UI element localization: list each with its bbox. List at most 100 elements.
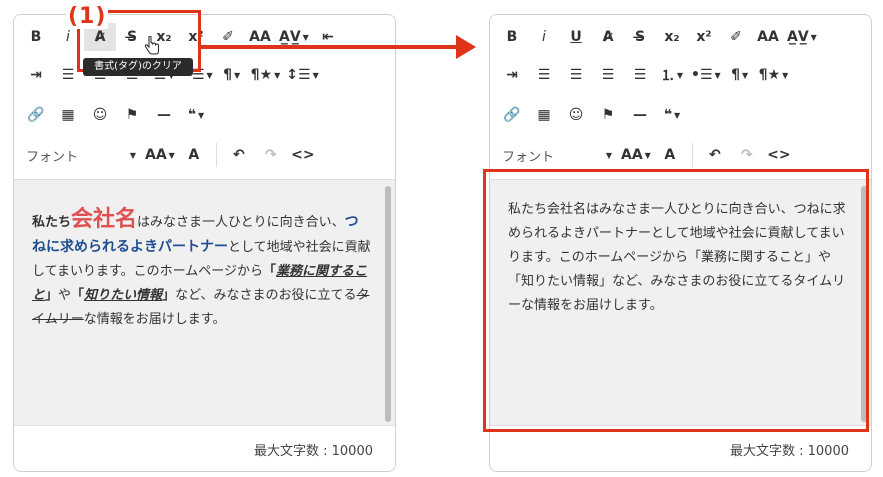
editor-content[interactable]: 私たち会社名はみなさま一人ひとりに向き合い、つねに求められるよきパートナーとして… xyxy=(14,179,395,427)
editor-before: B i A̷ S̶ x₂ x² ✐ AA A̲V̲▼ ⇤ ⇥ ☰ ☰ ☰ ☰▼ … xyxy=(13,14,396,472)
code-view-button[interactable]: <> xyxy=(287,141,319,169)
superscript-button[interactable]: x² xyxy=(688,23,720,51)
editor-content[interactable]: 私たち会社名はみなさま一人ひとりに向き合い、つねに求められるよきパートナーとして… xyxy=(490,179,871,427)
toolbar-divider xyxy=(691,143,693,167)
paragraph-style-button[interactable]: ¶★ ▼ xyxy=(248,61,284,89)
chevron-down-icon: ▼ xyxy=(274,70,281,80)
chevron-down-icon: ▼ xyxy=(129,150,136,160)
indent-button[interactable]: ⇥ xyxy=(20,61,52,89)
table-button[interactable]: ▦ xyxy=(528,101,560,129)
highlighter-button[interactable]: ✐ xyxy=(720,23,752,51)
paragraph-style-label: ¶★ xyxy=(250,67,273,83)
line-height-button[interactable]: ↕☰ ▼ xyxy=(283,61,321,89)
chevron-down-icon: ▼ xyxy=(676,70,684,80)
ordered-list-button[interactable]: ⒈ ▼ xyxy=(656,61,688,89)
chevron-down-icon: ▼ xyxy=(644,150,651,160)
chevron-down-icon: ▼ xyxy=(312,70,319,80)
undo-button[interactable]: ↶ xyxy=(223,141,255,169)
letter-spacing-label: A̲V̲ xyxy=(787,29,809,45)
indent-button[interactable]: ⇥ xyxy=(496,61,528,89)
line-height-label: ↕☰ xyxy=(286,67,311,83)
toolbar-row-3: 🔗 ▦ ☺ ⚑ — ❝ ▼ xyxy=(20,100,389,130)
chevron-down-icon: ▼ xyxy=(782,70,789,80)
toolbar-row-4: フォント ▼ AA ▼ A ↶ ↷ <> xyxy=(496,140,865,170)
editor-footer: 最大文字数 : 10000 xyxy=(14,425,395,471)
text-run: はみなさま一人ひとりに向き合い、 xyxy=(137,215,345,230)
subscript-button[interactable]: x₂ xyxy=(656,23,688,51)
font-color-button[interactable]: A xyxy=(654,141,686,169)
redo-button[interactable]: ↷ xyxy=(731,141,763,169)
align-center-button[interactable]: ☰ xyxy=(560,61,592,89)
bold-button[interactable]: B xyxy=(496,23,528,51)
emoji-button[interactable]: ☺ xyxy=(560,101,592,129)
font-family-select[interactable]: フォント ▼ xyxy=(20,141,142,169)
plain-text: 私たち会社名はみなさま一人ひとりに向き合い、つねに求められるよきパートナーとして… xyxy=(508,202,846,313)
font-family-select[interactable]: フォント ▼ xyxy=(496,141,618,169)
text-run-company-name: 会社名 xyxy=(71,207,138,232)
scrollbar-thumb[interactable] xyxy=(861,186,867,422)
undo-button[interactable]: ↶ xyxy=(699,141,731,169)
paragraph-button[interactable]: ¶ ▼ xyxy=(216,61,248,89)
text-run: 「 xyxy=(71,288,85,303)
align-justify-button[interactable]: ☰ xyxy=(624,61,656,89)
text-run: など、みなさまのお役に立てる xyxy=(175,288,357,303)
paragraph-style-button[interactable]: ¶★ ▼ xyxy=(756,61,792,89)
link-button[interactable]: 🔗 xyxy=(20,101,52,129)
scrollbar-thumb[interactable] xyxy=(385,186,391,422)
flag-button[interactable]: ⚑ xyxy=(116,101,148,129)
code-view-button[interactable]: <> xyxy=(763,141,795,169)
align-left-button[interactable]: ☰ xyxy=(52,61,84,89)
chevron-down-icon: ▼ xyxy=(810,32,817,42)
strikethrough-button[interactable]: S̶ xyxy=(624,23,656,51)
clear-format-button[interactable]: A̷ xyxy=(592,23,624,51)
quote-label: ❝ xyxy=(663,107,673,123)
ordered-list-label: ⒈ xyxy=(660,68,675,84)
font-size-adjust-button[interactable]: AA xyxy=(752,23,784,51)
link-button[interactable]: 🔗 xyxy=(496,101,528,129)
align-right-button[interactable]: ☰ xyxy=(592,61,624,89)
formatted-text: 私たち会社名はみなさま一人ひとりに向き合い、つねに求められるよきパートナーとして… xyxy=(32,208,372,332)
scrollbar[interactable] xyxy=(381,180,395,427)
font-size-label: AA xyxy=(621,147,643,163)
paragraph-label: ¶ xyxy=(223,67,233,83)
font-size-button[interactable]: AA ▼ xyxy=(142,141,178,169)
char-limit-counter: 最大文字数 : 10000 xyxy=(254,444,373,459)
chevron-down-icon: ▼ xyxy=(198,110,205,120)
unordered-list-label: •☰ xyxy=(691,67,713,83)
chevron-down-icon: ▼ xyxy=(605,150,612,160)
underline-button[interactable]: U xyxy=(560,23,592,51)
horizontal-rule-button[interactable]: — xyxy=(624,101,656,129)
flag-button[interactable]: ⚑ xyxy=(592,101,624,129)
chevron-down-icon: ▼ xyxy=(674,110,681,120)
scrollbar[interactable] xyxy=(857,180,871,427)
emoji-button[interactable]: ☺ xyxy=(84,101,116,129)
text-run: 」 xyxy=(45,288,59,303)
chevron-down-icon: ▼ xyxy=(206,70,213,80)
table-button[interactable]: ▦ xyxy=(52,101,84,129)
toolbar-row-3: 🔗 ▦ ☺ ⚑ — ❝ ▼ xyxy=(496,100,865,130)
paragraph-button[interactable]: ¶ ▼ xyxy=(724,61,756,89)
font-color-button[interactable]: A xyxy=(178,141,210,169)
text-run: な情報をお届けします。 xyxy=(83,312,226,327)
italic-button[interactable]: i xyxy=(528,23,560,51)
quote-button[interactable]: ❝ ▼ xyxy=(180,101,212,129)
letter-spacing-button[interactable]: A̲V̲ ▼ xyxy=(784,23,820,51)
toolbar-row-2: ⇥ ☰ ☰ ☰ ☰▼ •☰▼ ¶▼ ¶★▼ ↕☰▼ xyxy=(20,60,389,90)
quote-button[interactable]: ❝ ▼ xyxy=(656,101,688,129)
font-size-label: AA xyxy=(145,147,167,163)
paragraph-label: ¶ xyxy=(731,67,741,83)
unordered-list-button[interactable]: •☰ ▼ xyxy=(688,61,724,89)
chevron-down-icon: ▼ xyxy=(168,150,175,160)
editor-footer: 最大文字数 : 10000 xyxy=(490,425,871,471)
align-left-button[interactable]: ☰ xyxy=(528,61,560,89)
font-size-button[interactable]: AA ▼ xyxy=(618,141,654,169)
toolbar-row-2: ⇥ ☰ ☰ ☰ ☰ ⒈ ▼ •☰ ▼ ¶ ▼ ¶★ ▼ xyxy=(496,60,865,90)
text-run-info: 知りたい情報 xyxy=(84,288,163,303)
chevron-down-icon: ▼ xyxy=(234,70,241,80)
arrow-right-icon xyxy=(200,35,476,59)
toolbar-row-4: フォント ▼ AA ▼ A ↶ ↷ <> xyxy=(20,140,389,170)
redo-button[interactable]: ↷ xyxy=(255,141,287,169)
toolbar: B i U A̷ S̶ x₂ x² ✐ AA A̲V̲ ▼ ⇥ ☰ ☰ ☰ ☰ ⒈… xyxy=(490,15,871,179)
bold-button[interactable]: B xyxy=(20,23,52,51)
horizontal-rule-button[interactable]: — xyxy=(148,101,180,129)
